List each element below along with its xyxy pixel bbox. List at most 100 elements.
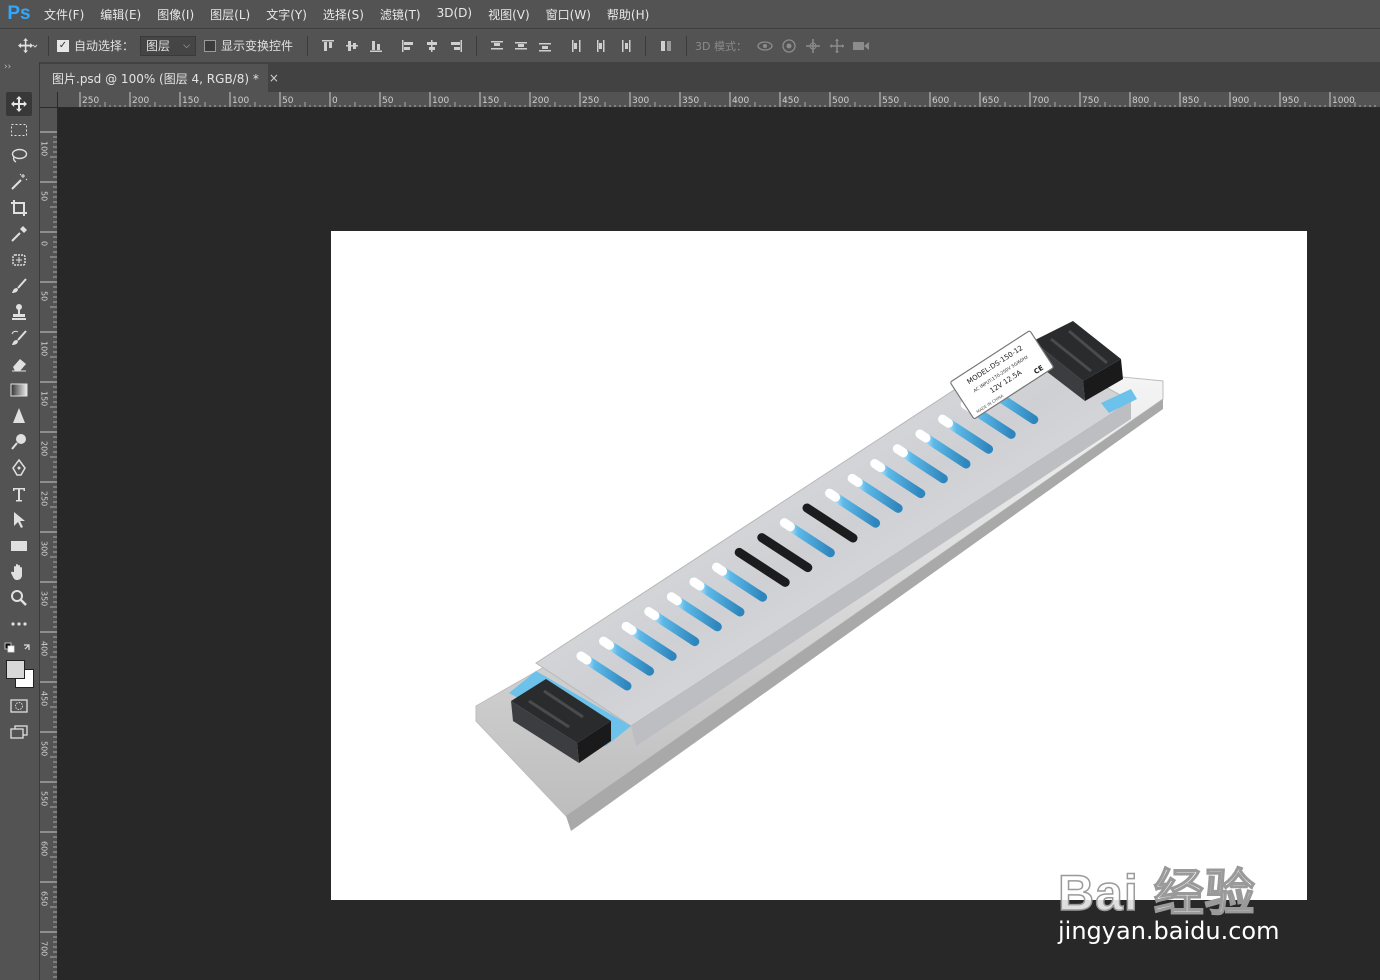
chevron-down-icon: ⌵ (183, 40, 191, 51)
gradient-tool-icon[interactable] (6, 378, 32, 402)
align-right-icon[interactable] (444, 34, 468, 58)
crop-tool-icon[interactable] (6, 196, 32, 220)
auto-align-layers-icon[interactable] (654, 34, 678, 58)
quick-mask-icon[interactable] (6, 694, 32, 718)
ruler-label: 550 (40, 791, 49, 806)
show-transform-checkbox[interactable] (204, 39, 217, 52)
magic-wand-tool-icon[interactable] (6, 170, 32, 194)
hand-tool-icon[interactable] (6, 560, 32, 584)
document-tab[interactable]: 图片.psd @ 100% (图层 4, RGB/8) * × (40, 64, 279, 92)
align-vertical-center-icon[interactable] (340, 34, 364, 58)
3d-roll-icon[interactable] (777, 34, 801, 58)
vent-slot-highlight (599, 636, 615, 650)
distribute-horizontal-center-icon[interactable] (589, 34, 613, 58)
ruler-label: 700 (1032, 96, 1049, 106)
vent-slot-highlight (576, 651, 592, 665)
menu-item[interactable]: 图层(L) (202, 6, 258, 23)
3d-orbit-icon[interactable] (753, 34, 777, 58)
move-tool-preset-icon[interactable] (16, 34, 40, 58)
ruler-label: 250 (82, 96, 99, 106)
ruler-label: 600 (40, 841, 49, 856)
vent-slot-highlight (892, 444, 908, 458)
ruler-label: 650 (982, 96, 999, 106)
auto-select-checkbox[interactable] (57, 39, 69, 52)
lasso-tool-icon[interactable] (6, 144, 32, 168)
menu-item[interactable]: 窗口(W) (538, 6, 599, 23)
baidu-jingyan-watermark: Bai 经验 jingyan.baidu.com (1057, 835, 1318, 955)
distribute-right-icon[interactable] (613, 34, 637, 58)
distribute-vertical-center-icon[interactable] (509, 34, 533, 58)
more-tools-icon[interactable] (6, 612, 32, 636)
align-horizontal-center-icon[interactable] (420, 34, 444, 58)
ruler-label: 1000 (1332, 96, 1355, 106)
ruler-origin[interactable] (40, 92, 58, 108)
vent-slot-highlight (915, 429, 931, 443)
foreground-color-swatch[interactable] (6, 660, 25, 679)
eyedropper-tool-icon[interactable] (6, 222, 32, 246)
menu-item[interactable]: 3D(D) (429, 6, 480, 23)
panel-collapse-icon[interactable]: ›› (0, 62, 39, 72)
menu-item[interactable]: 文件(F) (36, 6, 92, 23)
ruler-label: 550 (882, 96, 899, 106)
vent-slot-highlight (621, 621, 637, 635)
rectangle-tool-icon[interactable] (6, 534, 32, 558)
3d-mode-buttons (753, 34, 873, 58)
auto-select-label: 自动选择： (74, 39, 135, 53)
default-colors-icon[interactable] (4, 641, 36, 655)
3d-pan-icon[interactable] (801, 34, 825, 58)
document-canvas[interactable]: MODEL:DS-150-12 AC INPUT:170-250V 50/60H… (331, 231, 1307, 900)
3d-slide-icon[interactable] (825, 34, 849, 58)
distribute-bottom-icon[interactable] (533, 34, 557, 58)
ruler-label: 950 (1282, 96, 1299, 106)
horizontal-ruler[interactable]: 250 200 150 100 50 0 50 100 150 200 250 300 350 400 45… (58, 92, 1380, 108)
menu-item[interactable]: 帮助(H) (599, 6, 657, 23)
ruler-label: 100 (40, 341, 49, 356)
ruler-label: 50 (282, 96, 294, 106)
ruler-label: 0 (40, 241, 49, 246)
align-top-icon[interactable] (316, 34, 340, 58)
ruler-label: 450 (40, 691, 49, 706)
marquee-tool-icon[interactable] (6, 118, 32, 142)
ruler-label: 250 (40, 491, 49, 506)
type-tool-icon[interactable] (6, 482, 32, 506)
ruler-label: 150 (182, 96, 199, 106)
menu-item[interactable]: 视图(V) (480, 6, 538, 23)
ruler-label: 850 (1182, 96, 1199, 106)
auto-select-target-dropdown[interactable]: 图层 ⌵ (140, 35, 197, 56)
ruler-label: 800 (1132, 96, 1149, 106)
document-tab-title: 图片.psd @ 100% (图层 4, RGB/8) * (52, 71, 259, 86)
ruler-label: 50 (40, 291, 49, 301)
distribute-left-icon[interactable] (565, 34, 589, 58)
ruler-label: 650 (40, 891, 49, 906)
stamp-tool-icon[interactable] (6, 300, 32, 324)
3d-scale-camera-icon[interactable] (849, 34, 873, 58)
menu-item[interactable]: 图像(I) (149, 6, 202, 23)
move-tool-icon[interactable] (6, 92, 32, 116)
watermark-logo: Bai 经验 (1057, 864, 1256, 922)
path-selection-tool-icon[interactable] (6, 508, 32, 532)
distribute-buttons (485, 34, 637, 58)
blur-tool-icon[interactable] (6, 404, 32, 428)
pen-tool-icon[interactable] (6, 456, 32, 480)
ruler-label: 50 (40, 191, 49, 201)
dodge-tool-icon[interactable] (6, 430, 32, 454)
ruler-label: 250 (582, 96, 599, 106)
menu-item[interactable]: 选择(S) (315, 6, 372, 23)
menu-item[interactable]: 编辑(E) (92, 6, 149, 23)
vertical-ruler[interactable]: 100 50 0 50 100 150 200 250 300 350 400 450 500 550 60… (40, 108, 58, 980)
close-icon[interactable]: × (269, 71, 279, 85)
menu-item[interactable]: 文字(Y) (258, 6, 315, 23)
healing-brush-tool-icon[interactable] (6, 248, 32, 272)
screen-mode-icon[interactable] (6, 720, 32, 744)
align-bottom-icon[interactable] (364, 34, 388, 58)
eraser-tool-icon[interactable] (6, 352, 32, 376)
history-brush-tool-icon[interactable] (6, 326, 32, 350)
align-left-icon[interactable] (396, 34, 420, 58)
vent-slot-highlight (712, 562, 728, 576)
distribute-top-icon[interactable] (485, 34, 509, 58)
brush-tool-icon[interactable] (6, 274, 32, 298)
ruler-label: 200 (532, 96, 549, 106)
menu-item[interactable]: 滤镜(T) (372, 6, 429, 23)
zoom-tool-icon[interactable] (6, 586, 32, 610)
menu-items: 文件(F) 编辑(E) 图像(I) 图层(L) 文字(Y) 选择(S) 滤镜(T) 3D(D)… (36, 6, 657, 23)
